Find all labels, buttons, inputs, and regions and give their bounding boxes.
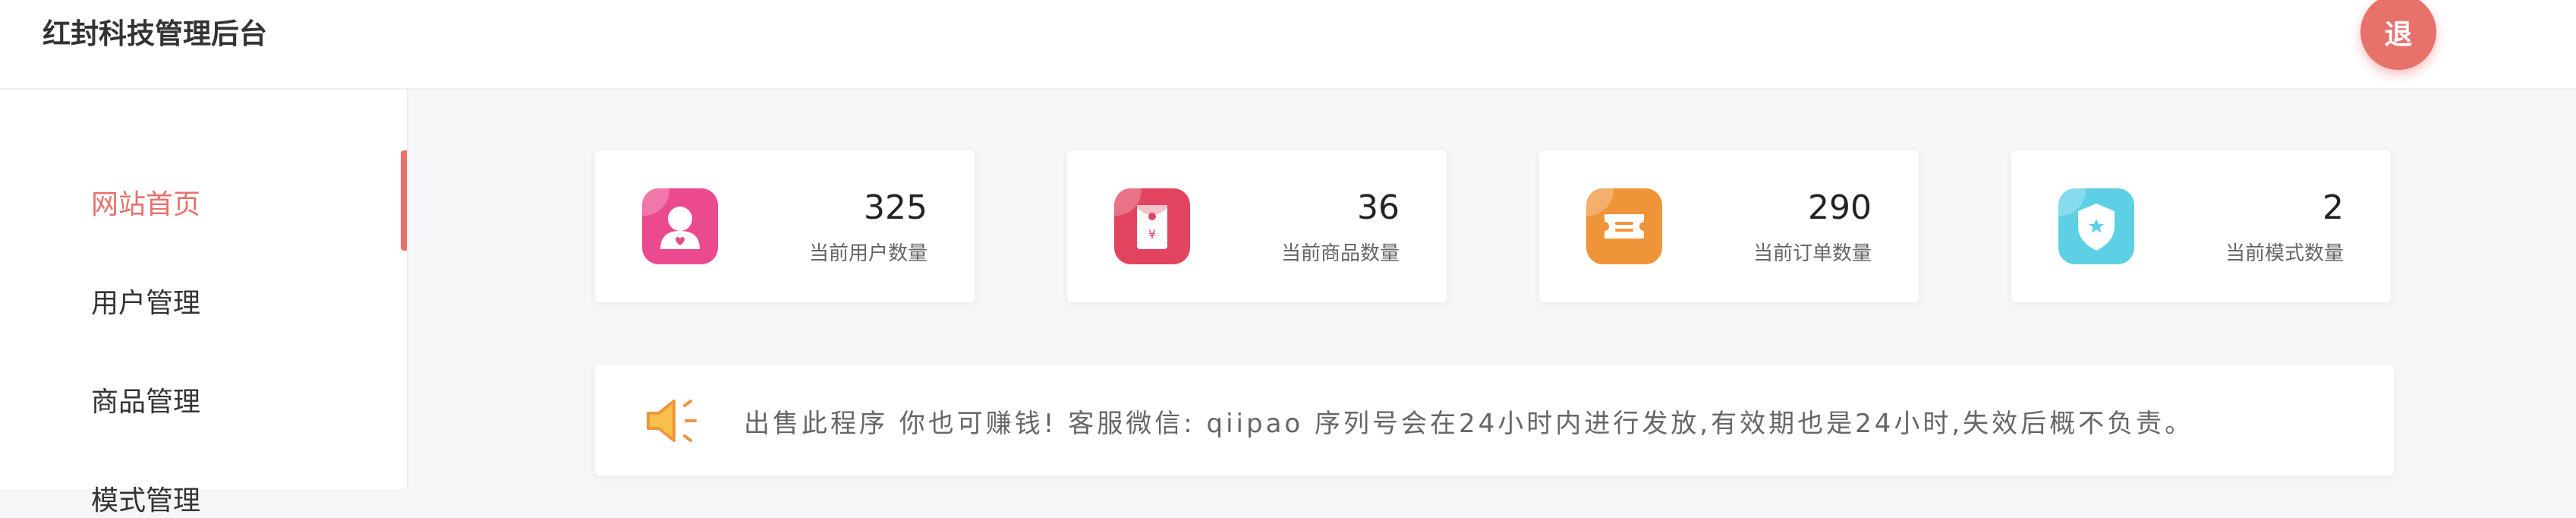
app-title: 红封科技管理后台 [43, 17, 267, 50]
stat-value: 325 [864, 188, 927, 227]
shield-star-icon [2058, 188, 2134, 264]
user-icon [642, 188, 718, 264]
sidebar-item-modes[interactable]: 模式管理 [91, 479, 200, 518]
notice-bar: 出售此程序 你也可赚钱! 客服微信: qiipao 序列号会在24小时内进行发放… [595, 365, 2394, 475]
stat-card-modes: 2 当前模式数量 [2011, 150, 2391, 302]
sidebar-active-indicator [401, 150, 407, 251]
speaker-icon [642, 390, 703, 451]
red-envelope-icon: ¥ [1114, 188, 1190, 264]
sidebar-item-users[interactable]: 用户管理 [91, 281, 200, 321]
stat-label: 当前用户数量 [808, 242, 927, 265]
notice-text: 出售此程序 你也可赚钱! 客服微信: qiipao 序列号会在24小时内进行发放… [744, 409, 2194, 439]
stat-label: 当前商品数量 [1280, 242, 1400, 265]
sidebar-item-products[interactable]: 商品管理 [91, 380, 200, 419]
stat-value: 290 [1808, 188, 1872, 227]
svg-text:¥: ¥ [1148, 227, 1156, 242]
stat-card-users: 325 当前用户数量 [595, 150, 975, 302]
logout-button[interactable]: 退 [2360, 0, 2436, 70]
stat-label: 当前模式数量 [2225, 242, 2344, 265]
top-header: 红封科技管理后台 退 [0, 0, 2576, 90]
stat-card-orders: 290 当前订单数量 [1539, 150, 1919, 302]
stat-value: 36 [1357, 188, 1400, 227]
stat-label: 当前订单数量 [1752, 242, 1872, 265]
stat-card-products: ¥ 36 当前商品数量 [1067, 150, 1447, 302]
sidebar-item-home[interactable]: 网站首页 [91, 182, 200, 222]
sidebar: 网站首页 用户管理 商品管理 模式管理 [0, 90, 408, 516]
ticket-icon [1586, 188, 1662, 264]
stat-value: 2 [2322, 188, 2344, 227]
